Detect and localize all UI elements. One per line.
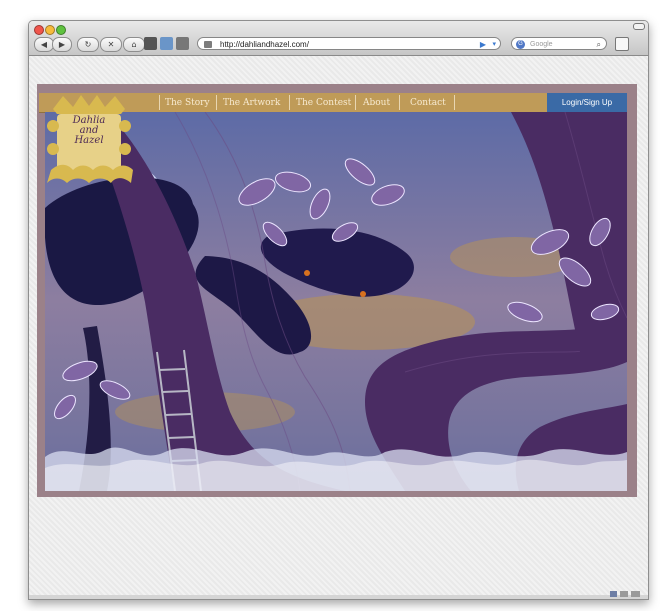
snapshot-icon[interactable] <box>176 37 189 50</box>
page-content: The Story The Artwork The Contest About … <box>29 56 648 599</box>
status-bar <box>29 595 648 599</box>
go-arrow-icon[interactable]: ▶ <box>480 40 486 49</box>
nav-divider <box>289 95 290 110</box>
nav-about[interactable]: About <box>363 96 390 110</box>
favicon-icon <box>204 41 212 48</box>
search-placeholder: Google <box>530 41 553 48</box>
tabs-icon[interactable] <box>615 37 629 51</box>
back-button[interactable]: ◀ <box>34 37 54 52</box>
minimize-window-button[interactable] <box>45 25 55 35</box>
browser-window: ◀ ▶ ↻ ✕ ⌂ http://dahliandhazel.com/ ▶ ▾ … <box>28 20 649 600</box>
search-icon[interactable]: ⌕ <box>597 38 601 51</box>
nav-divider <box>454 95 455 110</box>
stop-button[interactable]: ✕ <box>100 37 122 52</box>
google-icon: G <box>516 40 525 49</box>
forward-button[interactable]: ▶ <box>52 37 72 52</box>
history-dropdown-icon[interactable]: ▾ <box>492 40 496 49</box>
toolbar-toggle-button[interactable] <box>633 23 645 30</box>
nav-contact[interactable]: Contact <box>410 96 446 110</box>
zoom-window-button[interactable] <box>56 25 66 35</box>
home-button[interactable]: ⌂ <box>123 37 145 52</box>
status-icons <box>610 591 640 597</box>
nav-divider <box>159 95 160 110</box>
login-signup-button[interactable]: Login/Sign Up <box>547 93 627 112</box>
search-field[interactable]: G Google ⌕ <box>511 37 607 50</box>
nav-the-story[interactable]: The Story <box>165 96 210 110</box>
browser-toolbar: ◀ ▶ ↻ ✕ ⌂ http://dahliandhazel.com/ ▶ ▾ … <box>29 21 648 56</box>
nav-the-contest[interactable]: The Contest <box>296 96 351 110</box>
nav-divider <box>216 95 217 110</box>
nav-the-artwork[interactable]: The Artwork <box>223 96 280 110</box>
bookmarks-icon[interactable] <box>160 37 173 50</box>
dashboard-icon[interactable] <box>144 37 157 50</box>
logo-text: Dahlia and Hazel <box>72 115 106 146</box>
nav-divider <box>355 95 356 110</box>
address-bar[interactable]: http://dahliandhazel.com/ ▶ ▾ <box>197 37 501 50</box>
address-url: http://dahliandhazel.com/ <box>220 40 309 49</box>
reload-button[interactable]: ↻ <box>77 37 99 52</box>
close-window-button[interactable] <box>34 25 44 35</box>
nav-divider <box>399 95 400 110</box>
